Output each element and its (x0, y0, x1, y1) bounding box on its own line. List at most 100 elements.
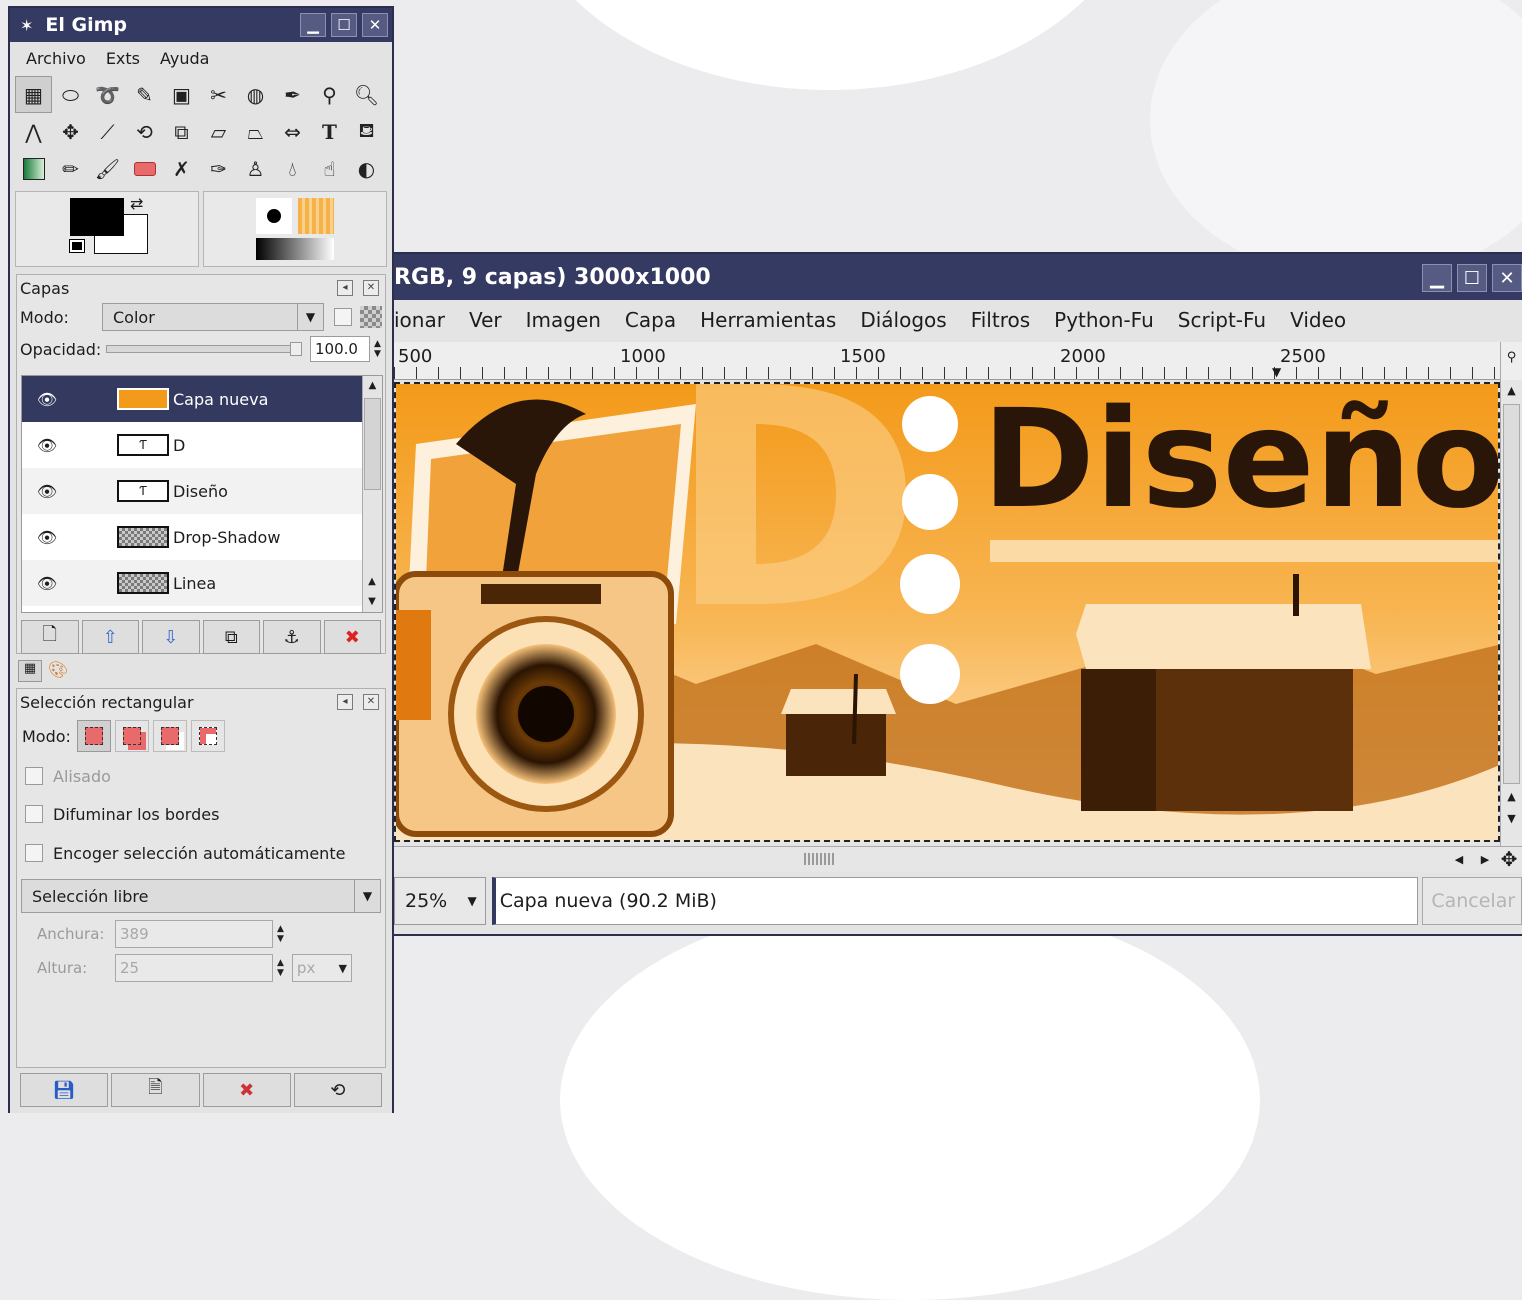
menu-ver[interactable]: Ver (469, 308, 502, 332)
scroll-up-icon[interactable]: ▲ (1501, 786, 1522, 808)
zoom-icon[interactable]: 🔍︎ (348, 76, 385, 113)
cancel-button[interactable]: Cancelar (1422, 877, 1522, 925)
gradient-preview[interactable] (256, 238, 334, 260)
menu-filtros[interactable]: Filtros (971, 308, 1030, 332)
horizontal-scrollbar[interactable]: ◀ ▶ ✥ (394, 846, 1522, 872)
ink-icon[interactable]: ✑ (200, 150, 237, 187)
feather-checkbox[interactable] (25, 805, 43, 823)
dock-close-icon[interactable]: ✕ (363, 280, 379, 296)
lasso-icon[interactable]: ➰ (89, 76, 126, 113)
new-layer-button[interactable]: 🗋 (21, 620, 79, 654)
opacity-slider-handle[interactable] (290, 342, 302, 356)
menu-script-fu[interactable]: Script-Fu (1178, 308, 1266, 332)
fuzzy-select-icon[interactable]: ✎ (126, 76, 163, 113)
scroll-up-icon[interactable]: ▲ (363, 572, 381, 592)
lower-layer-button[interactable]: ⇩ (142, 620, 200, 654)
mode-intersect-button[interactable] (190, 720, 225, 752)
duplicate-layer-button[interactable]: ⧉ (202, 620, 260, 654)
close-button[interactable]: ✕ (362, 13, 388, 37)
measure-icon[interactable]: ⋀ (15, 113, 52, 150)
paintbrush-icon[interactable]: 🖌︎ (89, 150, 126, 187)
scrollbar-thumb[interactable] (1503, 404, 1520, 784)
image-canvas[interactable]: Diseño (394, 382, 1500, 842)
ruler-corner[interactable]: ⚲ (1500, 342, 1522, 380)
rect-select-icon[interactable]: ▦ (15, 76, 52, 113)
scrollbar-grip[interactable] (804, 853, 836, 865)
ellipse-select-icon[interactable]: ⬭ (52, 76, 89, 113)
reset-colors-icon[interactable] (69, 239, 85, 253)
blend-icon[interactable] (15, 150, 52, 187)
maximize-button[interactable]: ☐ (1457, 264, 1487, 292)
dock-close-icon[interactable]: ✕ (363, 694, 379, 710)
antialias-checkbox[interactable] (25, 767, 43, 785)
opacity-input[interactable]: 100.0 (310, 336, 370, 362)
anchor-layer-button[interactable]: ⚓ (263, 620, 321, 654)
mode-add-button[interactable] (114, 720, 149, 752)
feather-option[interactable]: Difuminar los bordes (17, 795, 385, 833)
convolve-icon[interactable]: 💧︎ (274, 150, 311, 187)
width-spinner-icon[interactable]: ▲ ▼ (277, 924, 284, 944)
zoom-select[interactable]: 25% ▼ (394, 877, 486, 925)
text-icon[interactable]: T (311, 113, 348, 150)
scroll-right-icon[interactable]: ▶ (1474, 849, 1496, 871)
scroll-down-icon[interactable]: ▼ (1501, 808, 1522, 830)
tool-options-tab-icon[interactable]: ▦ (18, 660, 42, 682)
palette-tab-icon[interactable]: 🎨︎ (46, 660, 70, 682)
autoshrink-option[interactable]: Encoger selección automáticamente (17, 833, 385, 873)
layer-row[interactable]: 👁︎ Ƭ Diseño (22, 468, 382, 514)
dodge-burn-icon[interactable]: ◐ (348, 150, 385, 187)
pattern-preview[interactable] (298, 198, 334, 234)
clone-icon[interactable]: ♙ (237, 150, 274, 187)
mode-replace-button[interactable] (76, 720, 111, 752)
menu-herramientas[interactable]: Herramientas (700, 308, 836, 332)
reset-options-button[interactable]: ⟲ (293, 1073, 382, 1107)
restore-options-button[interactable]: 🗎 (111, 1073, 200, 1107)
airbrush-icon[interactable]: ✗ (163, 150, 200, 187)
dock-menu-icon[interactable]: ◂ (337, 280, 353, 296)
eraser-icon[interactable] (126, 150, 163, 187)
dock-menu-icon[interactable]: ◂ (337, 694, 353, 710)
unit-select[interactable]: px ▼ (291, 954, 352, 982)
scroll-up-icon[interactable]: ▲ (1501, 380, 1522, 402)
horizontal-ruler[interactable]: 500 1000 1500 2000 2500 ▼ (394, 342, 1500, 380)
shear-icon[interactable]: ▱ (200, 113, 237, 150)
navigate-icon[interactable]: ✥ (1498, 847, 1520, 871)
height-input[interactable]: 25 (115, 954, 273, 982)
minimize-button[interactable]: ▁ (300, 13, 326, 37)
eye-icon[interactable]: 👁︎ (22, 482, 72, 501)
color-select-icon[interactable]: ▣ (163, 76, 200, 113)
menu-capa[interactable]: Capa (625, 308, 676, 332)
smudge-icon[interactable]: ☝ (311, 150, 348, 187)
menu-dialogos[interactable]: Diálogos (860, 308, 946, 332)
opacity-spinner-icon[interactable]: ▲ ▼ (374, 339, 381, 359)
scrollbar-thumb[interactable] (364, 398, 381, 490)
menu-exts[interactable]: Exts (106, 49, 140, 68)
bucket-fill-icon[interactable]: ⛾ (348, 113, 385, 150)
layer-row[interactable]: 👁︎ Capa nueva (22, 376, 382, 422)
move-icon[interactable]: ✥ (52, 113, 89, 150)
foreground-color-swatch[interactable] (70, 198, 124, 236)
paths-icon[interactable]: ✒ (274, 76, 311, 113)
scroll-down-icon[interactable]: ▼ (363, 592, 381, 612)
layer-mode-select[interactable]: Color ▼ (102, 303, 324, 331)
autoshrink-checkbox[interactable] (25, 844, 43, 862)
selection-shape-select[interactable]: Selección libre ▼ (21, 879, 381, 913)
antialias-option[interactable]: Alisado (17, 757, 385, 795)
delete-layer-button[interactable]: ✖ (323, 620, 381, 654)
scroll-up-icon[interactable]: ▲ (363, 376, 382, 396)
height-spinner-icon[interactable]: ▲ ▼ (277, 958, 284, 978)
eye-icon[interactable]: 👁︎ (22, 574, 72, 593)
pencil-icon[interactable]: ✏ (52, 150, 89, 187)
eye-icon[interactable]: 👁︎ (22, 528, 72, 547)
menu-archivo[interactable]: Archivo (26, 49, 86, 68)
minimize-button[interactable]: ▁ (1422, 264, 1452, 292)
eye-icon[interactable]: 👁︎ (22, 436, 72, 455)
scissors-icon[interactable]: ✂ (200, 76, 237, 113)
menu-imagen[interactable]: Imagen (526, 308, 601, 332)
flip-icon[interactable]: ⇔ (274, 113, 311, 150)
delete-options-button[interactable]: ✖ (202, 1073, 291, 1107)
crop-icon[interactable]: ⟋ (89, 113, 126, 150)
color-picker-icon[interactable]: ⚲ (311, 76, 348, 113)
layers-scrollbar[interactable]: ▲ ▲ ▼ (362, 376, 382, 612)
scroll-left-icon[interactable]: ◀ (1448, 849, 1470, 871)
